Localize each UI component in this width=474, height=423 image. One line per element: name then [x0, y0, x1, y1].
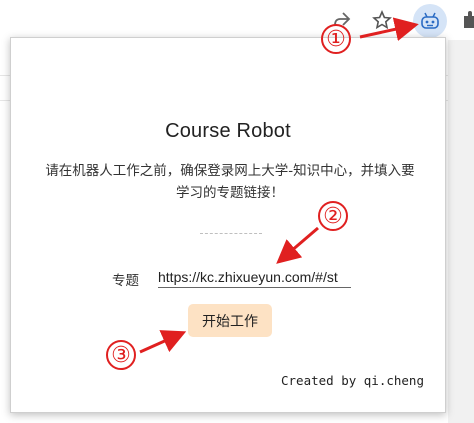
start-button[interactable]: 开始工作 [188, 304, 272, 337]
puzzle-icon[interactable] [458, 8, 474, 32]
annotation-marker-3: ③ [106, 340, 136, 370]
popup-description: 请在机器人工作之前，确保登录网上大学-知识中心，并填入要学习的专题链接！ [45, 163, 415, 201]
annotation-marker-2: ② [318, 201, 348, 231]
star-icon[interactable] [370, 8, 394, 32]
footer-credit: Created by qi.cheng [281, 373, 424, 388]
page-background [448, 40, 474, 423]
browser-toolbar [0, 0, 474, 40]
annotation-marker-1: ① [321, 24, 351, 54]
robot-extension-icon[interactable] [413, 4, 447, 38]
popup-title: Course Robot [165, 120, 291, 142]
topic-label: 专题 [112, 273, 139, 289]
topic-url-input[interactable] [158, 266, 351, 288]
extension-popup: Course Robot 请在机器人工作之前，确保登录网上大学-知识中心，并填入… [10, 37, 446, 413]
dashed-divider [200, 233, 262, 234]
